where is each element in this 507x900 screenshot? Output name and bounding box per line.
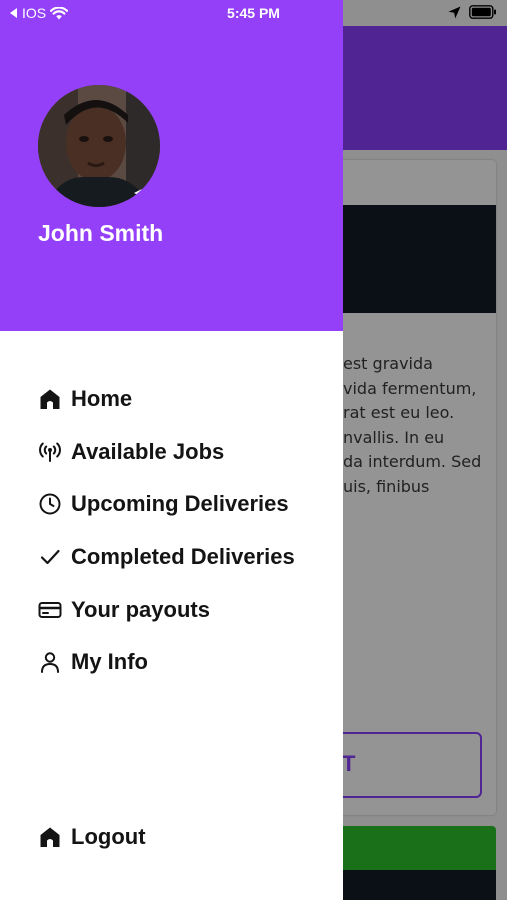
menu-item-label: Upcoming Deliveries (71, 491, 289, 517)
home-icon (38, 387, 62, 411)
logout-label: Logout (71, 824, 146, 850)
menu-item-completed-deliveries[interactable]: Completed Deliveries (38, 531, 295, 584)
menu-item-your-payouts[interactable]: Your payouts (38, 583, 295, 636)
avatar[interactable] (38, 85, 160, 207)
status-time: 5:45 PM (227, 5, 280, 21)
drawer-menu: Home Available Jobs Upcoming Deliveries … (38, 373, 295, 689)
menu-item-home[interactable]: Home (38, 373, 295, 426)
menu-item-my-info[interactable]: My Info (38, 636, 295, 689)
broadcast-icon (38, 440, 62, 464)
menu-item-label: Available Jobs (71, 438, 225, 464)
person-icon (38, 650, 62, 674)
navigation-drawer: John Smith Home Available Jobs Upcoming … (0, 0, 343, 900)
battery-icon (469, 5, 496, 19)
status-bar: IOS 5:45 PM (0, 0, 507, 26)
menu-item-label: My Info (71, 649, 148, 675)
status-indicators (448, 5, 497, 19)
menu-item-label: Your payouts (71, 596, 210, 622)
logout-button[interactable]: Logout (38, 811, 146, 864)
location-arrow-icon (448, 6, 461, 18)
avatar-photo (38, 85, 160, 207)
menu-item-label: Completed Deliveries (71, 544, 295, 570)
menu-item-available-jobs[interactable]: Available Jobs (38, 426, 295, 479)
checkmark-icon (38, 545, 62, 569)
credit-card-icon (38, 598, 62, 622)
menu-item-upcoming-deliveries[interactable]: Upcoming Deliveries (38, 478, 295, 531)
home-icon (38, 825, 62, 849)
drawer-profile-header: John Smith (0, 0, 343, 331)
clock-icon (38, 492, 62, 516)
user-name: John Smith (38, 220, 164, 246)
menu-item-label: Home (71, 386, 133, 412)
